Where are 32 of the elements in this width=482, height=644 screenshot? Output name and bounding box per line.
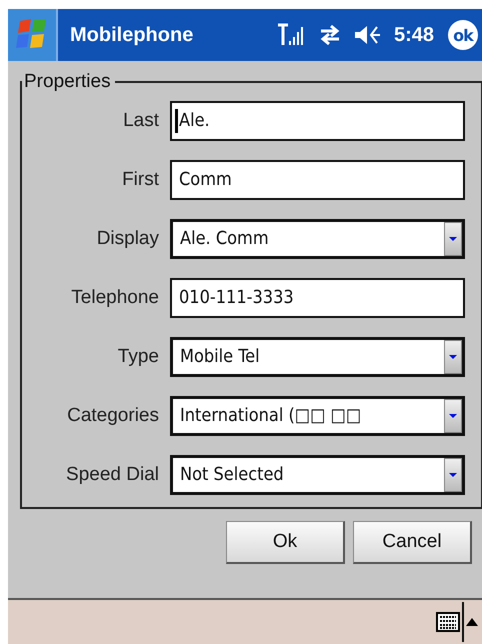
- ok-button[interactable]: ok: [448, 20, 478, 50]
- field-label: First: [121, 169, 159, 191]
- keyboard-icon[interactable]: [436, 612, 460, 632]
- caret-icon: [449, 237, 457, 241]
- dropdown-field[interactable]: Ale. Comm: [170, 219, 465, 259]
- input-field[interactable]: Ale.: [170, 101, 465, 141]
- caret-icon: [449, 355, 457, 359]
- clock-time[interactable]: 5:48: [394, 24, 434, 46]
- group-title: Properties: [23, 71, 112, 93]
- dropdown-field[interactable]: Mobile Tel: [170, 337, 465, 377]
- up-arrow-icon[interactable]: [466, 618, 478, 626]
- caret-icon: [449, 414, 457, 418]
- speaker-icon[interactable]: [352, 23, 383, 47]
- ok-button[interactable]: Ok: [226, 521, 345, 564]
- dropdown-field[interactable]: International (□□ □□: [170, 396, 465, 436]
- field-label: Categories: [66, 405, 159, 427]
- input-field[interactable]: Comm: [170, 160, 465, 200]
- field-label: Type: [116, 346, 159, 368]
- start-button[interactable]: [8, 9, 58, 61]
- dropdown-field[interactable]: Not Selected: [170, 455, 465, 495]
- field-label: Speed Dial: [65, 464, 159, 486]
- field-label: Display: [96, 228, 159, 250]
- dropdown-button[interactable]: [444, 340, 462, 374]
- cancel-button[interactable]: Cancel: [353, 521, 472, 564]
- window-title: Mobilephone: [70, 24, 194, 46]
- caret-icon: [449, 473, 457, 477]
- dropdown-button[interactable]: [444, 458, 462, 492]
- field-label: Telephone: [70, 287, 159, 309]
- dropdown-button[interactable]: [444, 222, 462, 256]
- dropdown-button[interactable]: [444, 399, 462, 433]
- input-field[interactable]: 010-111-3333: [170, 278, 465, 318]
- field-label: Last: [122, 110, 159, 132]
